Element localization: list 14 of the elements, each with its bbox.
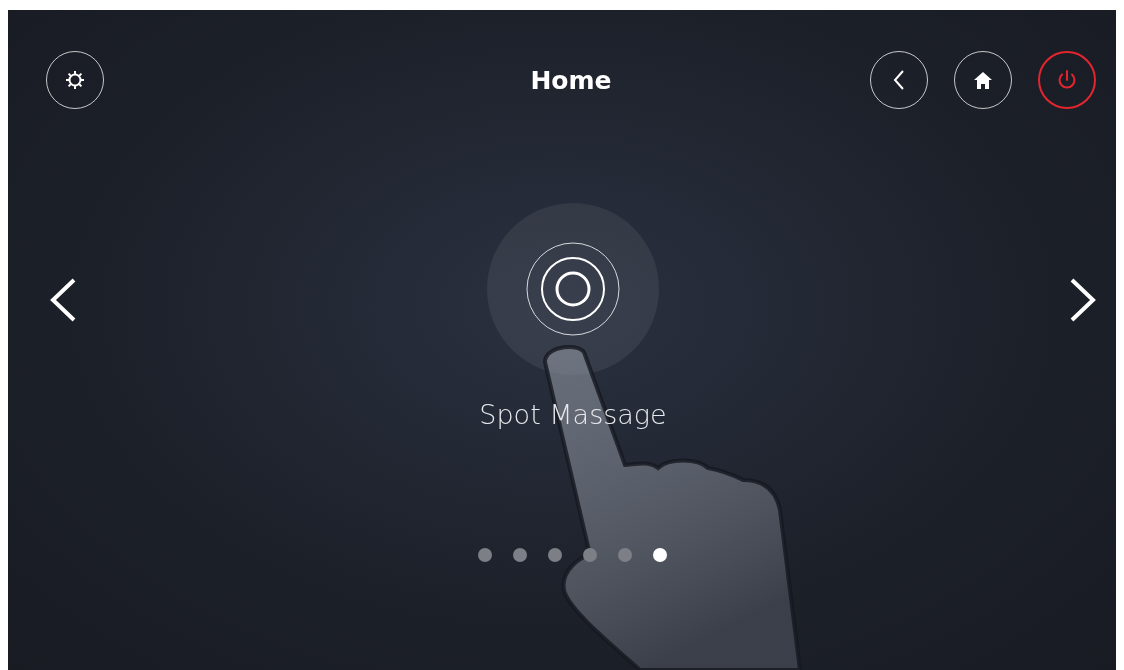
chevron-right-icon	[1068, 277, 1098, 323]
page-dot[interactable]	[547, 548, 562, 562]
page-dot[interactable]	[582, 548, 597, 562]
back-chevron-icon	[892, 69, 906, 91]
page-dot[interactable]	[512, 548, 527, 562]
power-button[interactable]	[1038, 51, 1096, 109]
mode-label: Spot Massage	[479, 399, 667, 430]
page-dot[interactable]	[477, 548, 492, 562]
concentric-rings-icon	[525, 241, 621, 337]
power-icon	[1057, 69, 1077, 91]
home-icon	[974, 71, 992, 89]
settings-icon	[64, 69, 86, 91]
chevron-left-icon	[48, 277, 78, 323]
screen-title: Home	[530, 65, 612, 95]
